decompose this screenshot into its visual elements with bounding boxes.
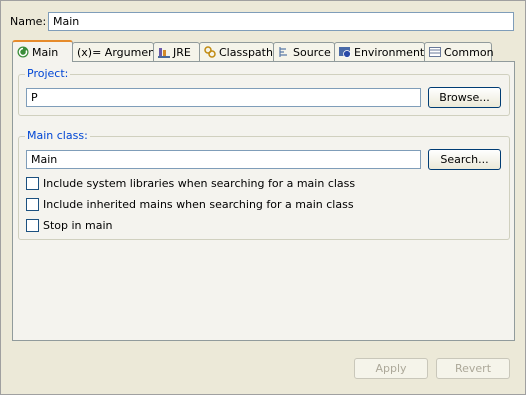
tab-classpath[interactable]: Classpath (199, 42, 274, 61)
checkbox-box[interactable] (26, 219, 39, 232)
main-class-input[interactable]: Main (26, 150, 421, 169)
browse-button[interactable]: Browse... (428, 87, 501, 108)
apply-button[interactable]: Apply (354, 358, 428, 379)
name-label: Name: (10, 15, 47, 28)
checkbox-box[interactable] (26, 198, 39, 211)
tab-label: Source (293, 45, 331, 59)
tab-environment[interactable]: Environment (334, 42, 425, 61)
tab-label: Environment (354, 45, 425, 59)
main-class-label: Main class: (25, 129, 90, 142)
name-input[interactable]: Main (48, 12, 514, 31)
checkbox-label: Include inherited mains when searching f… (43, 198, 354, 211)
tab-arguments[interactable]: (x)= Arguments (72, 42, 165, 61)
project-input[interactable]: P (26, 88, 421, 107)
include-system-libraries-checkbox[interactable]: Include system libraries when searching … (26, 177, 355, 190)
tab-bar: Main (x)= Arguments JRE Classpath Source… (12, 40, 515, 62)
include-inherited-mains-checkbox[interactable]: Include inherited mains when searching f… (26, 198, 354, 211)
checkbox-box[interactable] (26, 177, 39, 190)
checkbox-label: Include system libraries when searching … (43, 177, 356, 190)
checkbox-label: Stop in main (43, 219, 113, 232)
environment-icon (339, 46, 351, 58)
tab-common[interactable]: Common (424, 42, 494, 61)
tab-label: Classpath (219, 45, 273, 59)
stop-in-main-checkbox[interactable]: Stop in main (26, 219, 113, 232)
tab-jre[interactable]: JRE (153, 42, 200, 61)
jre-icon (158, 46, 170, 58)
search-button[interactable]: Search... (428, 149, 501, 170)
classpath-icon (204, 46, 216, 58)
tab-source[interactable]: Source (273, 42, 335, 61)
revert-button[interactable]: Revert (436, 358, 510, 379)
main-tab-panel: Project: P Browse... Main class: Main Se… (12, 61, 515, 341)
tab-main[interactable]: Main (12, 40, 73, 62)
tab-label: JRE (173, 45, 191, 59)
tab-label: Common (444, 45, 494, 59)
source-icon (278, 46, 290, 58)
tab-label: Main (32, 45, 59, 59)
main-run-icon (17, 46, 29, 58)
tab-label: (x)= Arguments (77, 45, 166, 59)
common-icon (429, 46, 441, 58)
project-label: Project: (25, 67, 71, 80)
